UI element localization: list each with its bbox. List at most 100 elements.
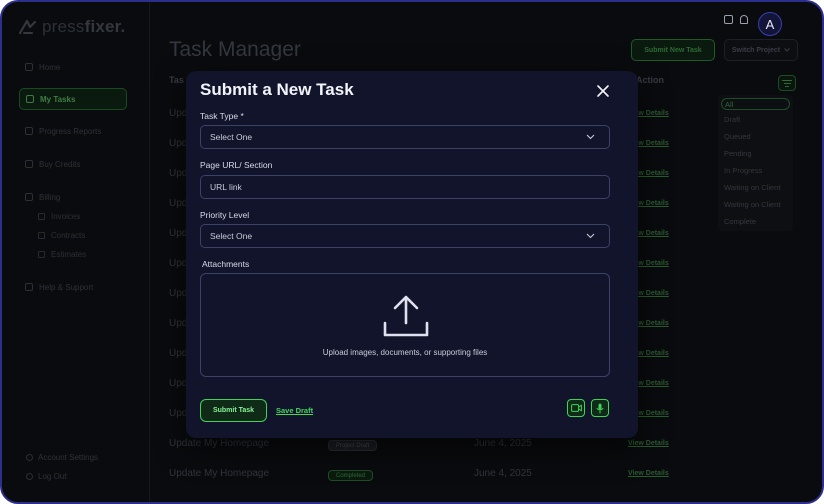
sidebar-item-label: Billing <box>39 192 61 202</box>
sidebar-item-buy-credits[interactable]: Buy Credits <box>19 153 127 175</box>
sidebar-item-label: Home <box>39 62 61 72</box>
save-draft-link[interactable]: Save Draft <box>276 406 313 415</box>
footer-label: Account Settings <box>38 453 99 462</box>
page-url-field <box>200 175 610 199</box>
task-title: Upd <box>169 198 188 209</box>
estimate-icon <box>38 251 45 258</box>
task-type-select[interactable]: Select One <box>200 125 610 149</box>
switch-project-label: Switch Project <box>731 46 781 54</box>
filter-option[interactable]: All <box>721 98 790 110</box>
submit-task-modal: Submit a New Task Task Type * Select One… <box>186 71 638 438</box>
app-window: pressfixer. Home My Tasks Progress Repor… <box>0 0 824 504</box>
chat-icon[interactable] <box>724 15 733 24</box>
filter-icon-line <box>785 85 789 87</box>
sidebar-item-billing[interactable]: Billing <box>19 186 127 208</box>
logout-icon <box>26 473 33 480</box>
sidebar-item-label: Progress Reports <box>39 126 102 136</box>
topbar-icons <box>724 15 748 24</box>
filter-option[interactable]: Pending <box>724 149 752 158</box>
video-camera-icon <box>570 404 582 412</box>
page-url-input[interactable] <box>210 182 600 192</box>
footer-label: Log Out <box>38 472 67 481</box>
filter-icon-line <box>782 79 792 81</box>
record-video-button[interactable] <box>567 399 585 417</box>
log-out-link[interactable]: Log Out <box>26 472 66 481</box>
task-title: Upd <box>169 168 188 179</box>
modal-title: Submit a New Task <box>200 80 354 99</box>
attachments-dropzone[interactable]: Upload images, documents, or supporting … <box>200 273 610 377</box>
task-title: Upd <box>169 138 188 149</box>
task-title: Update My Homepage <box>169 438 270 449</box>
sidebar-subitem-label: Invoices <box>51 212 81 221</box>
sidebar-subitem-estimates[interactable]: Estimates <box>38 250 86 259</box>
settings-icon <box>26 454 33 461</box>
task-title: Upd <box>169 258 188 269</box>
chevron-down-icon <box>586 233 595 239</box>
invoice-icon <box>38 213 45 220</box>
chevron-down-icon <box>784 48 790 52</box>
page-url-label: Page URL/ Section <box>200 160 273 170</box>
task-title: Upd <box>169 348 188 359</box>
contract-icon <box>38 232 45 239</box>
upload-icon <box>383 295 429 337</box>
sidebar-item-my-tasks[interactable]: My Tasks <box>19 88 127 110</box>
logo-icon <box>18 19 37 35</box>
sidebar-item-progress-reports[interactable]: Progress Reports <box>19 120 127 142</box>
switch-project-dropdown[interactable]: Switch Project <box>724 39 798 61</box>
filter-option[interactable]: Complete <box>724 217 756 226</box>
task-title: Upd <box>169 288 188 299</box>
view-details-link[interactable]: View Details <box>628 440 669 447</box>
priority-level-select[interactable]: Select One <box>200 224 610 248</box>
task-type-value: Select One <box>210 132 253 142</box>
status-badge: Completed <box>328 470 374 481</box>
sidebar-subitem-label: Contracts <box>51 231 86 240</box>
column-header-action: Action <box>636 75 664 85</box>
home-icon <box>25 63 33 71</box>
task-title: Upd <box>169 108 188 119</box>
filter-option[interactable]: Waiting on Client <box>724 183 780 192</box>
task-title: Upd <box>169 408 188 419</box>
attachments-label: Attachments <box>202 259 250 269</box>
task-type-label: Task Type * <box>200 111 244 121</box>
priority-level-label: Priority Level <box>200 210 250 220</box>
submit-task-button[interactable]: Submit Task <box>200 399 267 422</box>
filter-dropdown: All Draft Queued Pending In Progress Waiting … <box>718 95 793 231</box>
record-audio-button[interactable] <box>591 399 609 417</box>
sidebar-item-label: Buy Credits <box>39 159 81 169</box>
filter-option[interactable]: In Progress <box>724 166 762 175</box>
dropzone-text: Upload images, documents, or supporting … <box>322 348 488 357</box>
logo: pressfixer. <box>18 17 125 37</box>
column-header-task: Tas <box>169 75 184 85</box>
sidebar-subitem-contracts[interactable]: Contracts <box>38 231 85 240</box>
sidebar-item-label: My Tasks <box>40 94 76 104</box>
account-settings-link[interactable]: Account Settings <box>26 453 98 462</box>
filter-option[interactable]: Draft <box>724 115 740 124</box>
billing-icon <box>25 193 33 201</box>
submit-new-task-button[interactable]: Submit New Task <box>631 39 715 61</box>
filter-icon-line <box>783 82 791 84</box>
sidebar-item-label: Help & Support <box>39 282 94 292</box>
task-title: Upd <box>169 318 188 329</box>
task-date: June 4, 2025 <box>474 438 532 449</box>
chevron-down-icon <box>586 134 595 140</box>
avatar[interactable]: A <box>758 12 782 36</box>
priority-level-value: Select One <box>210 231 253 241</box>
sidebar-subitem-invoices[interactable]: Invoices <box>38 212 80 221</box>
filter-button[interactable] <box>778 75 796 91</box>
task-title: Upd <box>169 228 188 239</box>
reports-icon <box>25 127 33 135</box>
bell-icon[interactable] <box>740 15 748 24</box>
help-icon <box>25 283 33 291</box>
view-details-link[interactable]: View Details <box>628 470 669 477</box>
page-title: Task Manager <box>169 38 301 61</box>
filter-option[interactable]: Waiting on Client <box>724 200 780 209</box>
credits-icon <box>25 160 33 168</box>
sidebar-item-home[interactable]: Home <box>19 56 127 78</box>
sidebar-item-help-support[interactable]: Help & Support <box>19 276 127 298</box>
brand-name: pressfixer. <box>42 17 126 36</box>
close-icon[interactable] <box>595 83 611 99</box>
task-date: June 4, 2025 <box>474 468 532 479</box>
sidebar: pressfixer. Home My Tasks Progress Repor… <box>2 2 150 502</box>
task-title: Update My Homepage <box>169 468 270 479</box>
filter-option[interactable]: Queued <box>724 132 751 141</box>
